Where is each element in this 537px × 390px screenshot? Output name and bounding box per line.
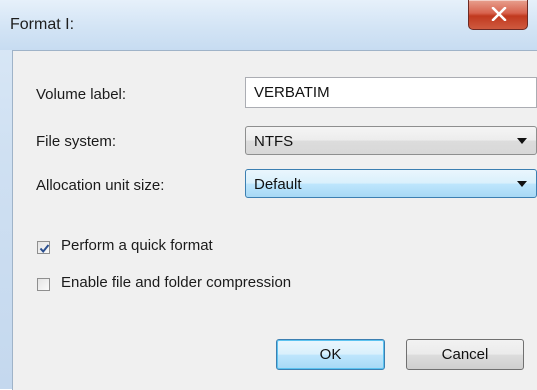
allocation-unit-label: Allocation unit size: (36, 177, 165, 194)
allocation-unit-select[interactable]: Default (245, 169, 537, 198)
window-title: Format I: (10, 16, 75, 33)
quick-format-checkbox[interactable] (37, 241, 50, 254)
volume-label-value: VERBATIM (254, 84, 330, 101)
volume-label-input[interactable]: VERBATIM (245, 77, 537, 108)
allocation-unit-value: Default (254, 176, 302, 193)
quick-format-label[interactable]: Perform a quick format (61, 237, 213, 254)
title-bar: Format I: (0, 0, 537, 50)
compression-label[interactable]: Enable file and folder compression (61, 274, 291, 291)
file-system-select[interactable]: NTFS (245, 126, 537, 155)
close-button[interactable] (468, 0, 528, 30)
compression-checkbox[interactable] (37, 278, 50, 291)
ok-button[interactable]: OK (276, 339, 385, 370)
dialog-content: Volume label: VERBATIM File system: NTFS… (12, 50, 537, 390)
cancel-button[interactable]: Cancel (406, 339, 524, 370)
chevron-down-icon (517, 138, 527, 144)
file-system-label: File system: (36, 133, 117, 150)
format-dialog: Format I: Volume label: VERBATIM File sy… (0, 0, 537, 390)
chevron-down-icon (517, 181, 527, 187)
volume-label-label: Volume label: (36, 86, 127, 103)
file-system-value: NTFS (254, 133, 294, 150)
close-icon (491, 7, 507, 21)
checkmark-icon (39, 244, 50, 254)
